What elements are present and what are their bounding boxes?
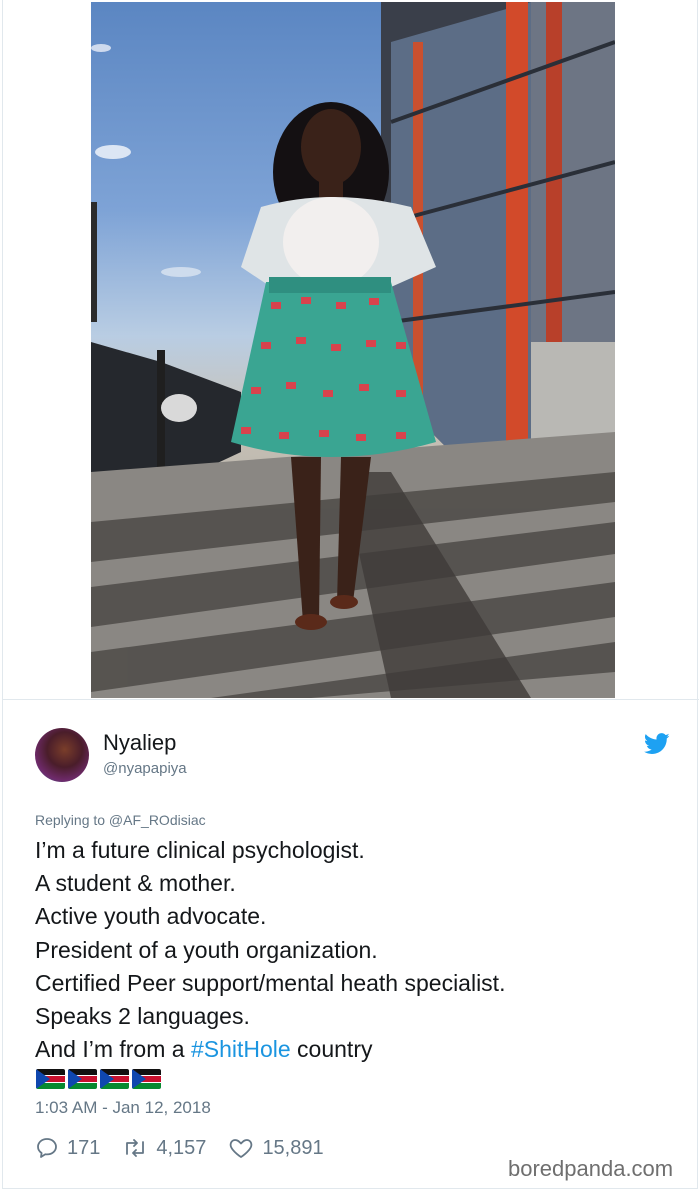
flag-emojis — [36, 1069, 161, 1089]
tweet-photo[interactable] — [91, 2, 615, 698]
tweet-text: I’m a future clinical psychologist. A st… — [35, 834, 505, 1066]
reply-button[interactable]: 171 — [35, 1136, 100, 1160]
south-sudan-flag-icon — [100, 1069, 129, 1089]
boredpanda-watermark: boredpanda.com — [508, 1156, 674, 1181]
south-sudan-flag-icon — [36, 1069, 65, 1089]
replying-to[interactable]: Replying to @AF_ROdisiac — [35, 812, 206, 828]
like-count: 15,891 — [262, 1136, 324, 1159]
retweet-count: 4,157 — [156, 1136, 207, 1159]
hashtag-link[interactable]: #ShitHole — [191, 1036, 291, 1062]
tweet-line: Certified Peer support/mental heath spec… — [35, 969, 506, 996]
tweet-line-prefix: And I’m from a — [35, 1036, 191, 1063]
retweet-button[interactable]: 4,157 — [122, 1136, 206, 1160]
tweet-line-suffix: country — [290, 1036, 373, 1063]
tweet-line: President of a youth organization. — [35, 936, 378, 963]
like-button[interactable]: 15,891 — [228, 1136, 324, 1160]
tweet-card: Nyaliep @nyapapiya Replying to @AF_ROdis… — [2, 0, 699, 1189]
display-name[interactable]: Nyaliep — [103, 730, 176, 756]
tweet-timestamp[interactable]: 1:03 AM - Jan 12, 2018 — [35, 1098, 211, 1118]
user-handle[interactable]: @nyapapiya — [103, 760, 187, 777]
retweet-icon — [126, 1139, 145, 1157]
twitter-bird-icon[interactable] — [644, 733, 670, 755]
photo-illustration — [91, 2, 615, 698]
tweet-line-last: And I’m from a #ShitHole country — [35, 1033, 505, 1066]
tweet-line: Speaks 2 languages. — [35, 1003, 250, 1030]
avatar[interactable] — [35, 728, 89, 782]
photo-divider — [3, 699, 699, 700]
tweet-line: I’m a future clinical psychologist. — [35, 837, 365, 863]
tweet-line: A student & mother. — [35, 870, 236, 897]
tweet-line: Active youth advocate. — [35, 903, 267, 930]
south-sudan-flag-icon — [132, 1069, 161, 1089]
reply-icon — [37, 1138, 57, 1158]
heart-icon — [230, 1139, 253, 1158]
tweet-actions: 171 4,157 15,891 — [35, 1136, 346, 1160]
south-sudan-flag-icon — [68, 1069, 97, 1089]
reply-count: 171 — [67, 1136, 101, 1159]
